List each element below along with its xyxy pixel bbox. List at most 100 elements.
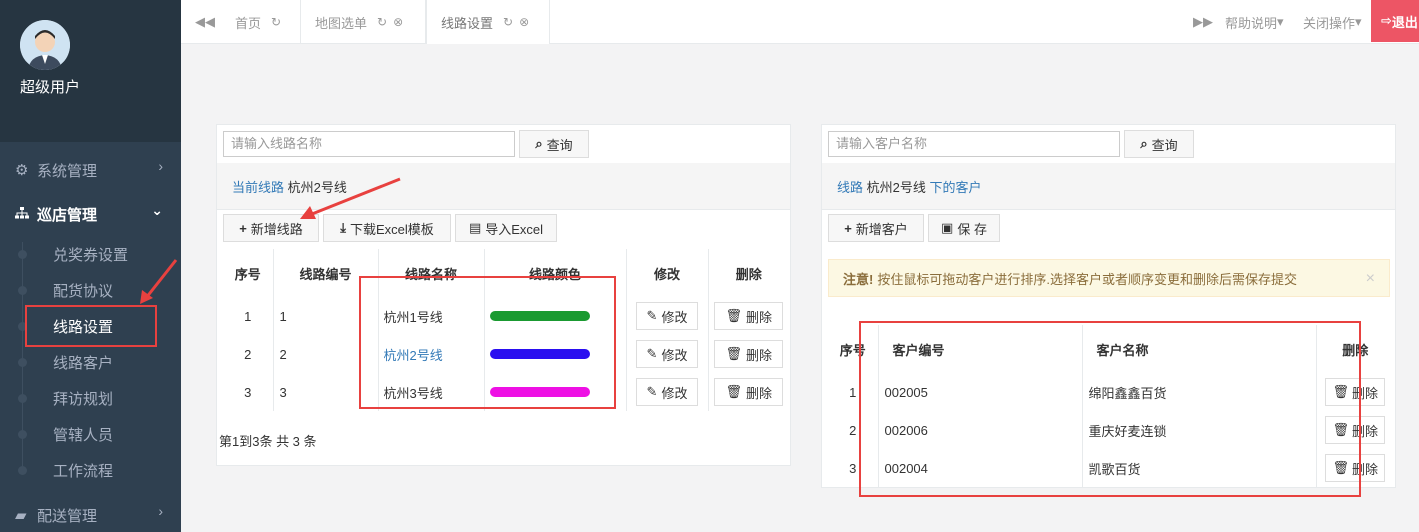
cell-seq: 3 xyxy=(223,373,274,411)
route-search-input[interactable]: 请输入线路名称 xyxy=(223,131,515,157)
delete-button[interactable]: 🗑 删除 xyxy=(714,302,784,330)
chevron-down-icon: ⌄ xyxy=(151,202,163,218)
bullet-dot xyxy=(18,430,27,439)
refresh-icon[interactable]: ↻ xyxy=(503,15,513,29)
route-customers-bar: 线路 杭州2号线 下的客户 xyxy=(822,163,1395,210)
edit-label: 修改 xyxy=(661,309,688,325)
sidebar-item-visit-plan[interactable]: 拜访规划 xyxy=(0,380,181,416)
bullet-dot xyxy=(18,358,27,367)
edit-icon: ✎ xyxy=(646,384,658,399)
close-icon[interactable]: × xyxy=(1366,270,1375,288)
crumb-prefix: 线路 xyxy=(837,179,864,195)
cell-delete: 🗑 删除 xyxy=(708,335,789,373)
close-ops-dropdown[interactable]: 关闭操作 ▾ xyxy=(1303,0,1362,44)
annotation-box-sidebar xyxy=(25,305,157,347)
sidebar-item-label: 兑奖券设置 xyxy=(53,246,129,264)
notice-alert: 注意! 按住鼠标可拖动客户进行排序.选择客户或者顺序变更和删除后需保存提交 × xyxy=(828,259,1390,297)
cell-delete: 🗑 删除 xyxy=(708,373,789,411)
search-icon: ⌕ xyxy=(535,136,543,151)
caret-down-icon: ▾ xyxy=(1277,14,1284,29)
sidebar-item-workflow[interactable]: 工作流程 xyxy=(0,452,181,488)
edit-label: 修改 xyxy=(661,385,688,401)
profile-header: 超级用户 xyxy=(0,0,181,142)
edit-button[interactable]: ✎ 修改 xyxy=(635,302,699,330)
col-seq: 序号 xyxy=(223,249,274,297)
truck-icon: ▰ xyxy=(15,507,27,524)
edit-icon: ✎ xyxy=(646,346,658,361)
sidebar-item-label: 拜访规划 xyxy=(53,390,114,408)
sidebar-item-route-customers[interactable]: 线路客户 xyxy=(0,344,181,380)
scroll-right-button[interactable]: ▶▶ xyxy=(1193,0,1213,44)
help-dropdown[interactable]: 帮助说明 ▾ xyxy=(1225,0,1284,44)
tab-home[interactable]: 首页 ↻ xyxy=(221,0,301,44)
save-button[interactable]: ▣ 保 存 xyxy=(928,214,1000,242)
bullet-dot xyxy=(18,466,27,475)
delete-button[interactable]: 🗑 删除 xyxy=(714,378,784,406)
cogs-icon: ⚙ xyxy=(15,162,29,179)
col-delete: 删除 xyxy=(735,266,762,282)
sidebar-item-label: 线路客户 xyxy=(53,354,114,372)
edit-button[interactable]: ✎ 修改 xyxy=(635,378,699,406)
cell-edit: ✎ 修改 xyxy=(626,335,709,373)
add-route-label: 新增线路 xyxy=(250,221,303,237)
logout-label: 退出 xyxy=(1391,14,1418,30)
delete-button[interactable]: 🗑 删除 xyxy=(714,340,784,368)
cell-edit: ✎ 修改 xyxy=(626,373,709,411)
import-excel-button[interactable]: ▤ 导入Excel xyxy=(455,214,557,242)
refresh-icon[interactable]: ↻ xyxy=(377,15,387,29)
search-label: 查询 xyxy=(1151,137,1178,153)
annotation-arrow-sidebar xyxy=(140,259,178,304)
menu-item-system[interactable]: ⚙ 系统管理 › xyxy=(0,148,181,192)
search-label: 查询 xyxy=(546,137,573,153)
edit-icon: ✎ xyxy=(646,308,658,323)
import-label: 导入Excel xyxy=(485,221,544,237)
close-icon[interactable]: ⊗ xyxy=(393,15,403,29)
menu-label: 系统管理 xyxy=(37,162,98,180)
edit-label: 修改 xyxy=(661,347,688,363)
plus-icon: + xyxy=(844,220,852,236)
cell-edit: ✎ 修改 xyxy=(626,297,709,335)
refresh-icon[interactable]: ↻ xyxy=(271,15,281,29)
logout-button[interactable]: ⇨ 退出 xyxy=(1371,0,1419,42)
alert-text: 按住鼠标可拖动客户进行排序.选择客户或者顺序变更和删除后需保存提交 xyxy=(877,271,1297,287)
tab-bar: ◀◀ 首页 ↻ 地图选单 ↻ ⊗ 线路设置 ↻ ⊗ ▶▶ 帮助说明 ▾ 关闭操作 ▾… xyxy=(181,0,1419,44)
search-icon: ⌕ xyxy=(1140,136,1148,151)
menu-item-delivery[interactable]: ▰ 配送管理 › xyxy=(0,493,181,532)
bullet-dot xyxy=(18,394,27,403)
tab-label: 地图选单 xyxy=(315,15,368,31)
tab-map-menu[interactable]: 地图选单 ↻ ⊗ xyxy=(301,0,426,44)
help-label: 帮助说明 xyxy=(1225,15,1278,31)
cell-delete: 🗑 删除 xyxy=(708,297,789,335)
sitemap-icon xyxy=(15,206,37,223)
chevron-right-icon: › xyxy=(158,503,163,519)
chevron-right-icon: › xyxy=(158,158,163,174)
plus-icon: + xyxy=(239,220,247,236)
annotation-arrow-add-route xyxy=(300,177,401,219)
menu-item-patrol[interactable]: 巡店管理 ⌄ xyxy=(0,192,181,236)
col-edit: 修改 xyxy=(626,249,709,297)
add-customer-label: 新增客户 xyxy=(855,221,908,237)
customer-search-input[interactable]: 请输入客户名称 xyxy=(828,131,1120,157)
sidebar-item-staff[interactable]: 管辖人员 xyxy=(0,416,181,452)
tab-label: 线路设置 xyxy=(441,15,494,31)
cell-seq: 2 xyxy=(223,335,274,373)
alert-title: 注意! xyxy=(843,271,874,287)
delete-label: 删除 xyxy=(746,309,773,325)
edit-button[interactable]: ✎ 修改 xyxy=(635,340,699,368)
user-name: 超级用户 xyxy=(20,79,81,96)
sidebar-item-label: 配货协议 xyxy=(53,282,114,300)
avatar[interactable] xyxy=(20,20,70,70)
tab-route-settings[interactable]: 线路设置 ↻ ⊗ xyxy=(426,0,550,44)
close-icon[interactable]: ⊗ xyxy=(519,15,529,29)
delete-label: 删除 xyxy=(746,385,773,401)
add-customer-button[interactable]: + 新增客户 xyxy=(828,214,924,242)
bullet-dot xyxy=(18,286,27,295)
scroll-left-button[interactable]: ◀◀ xyxy=(195,0,215,44)
route-search-button[interactable]: ⌕ 查询 xyxy=(519,130,589,158)
annotation-box-customers xyxy=(859,321,1361,497)
caret-down-icon: ▾ xyxy=(1355,14,1362,29)
customer-search-button[interactable]: ⌕ 查询 xyxy=(1124,130,1194,158)
bullet-dot xyxy=(18,250,27,259)
menu-label: 配送管理 xyxy=(37,507,98,525)
sidebar-item-label: 管辖人员 xyxy=(53,426,114,444)
